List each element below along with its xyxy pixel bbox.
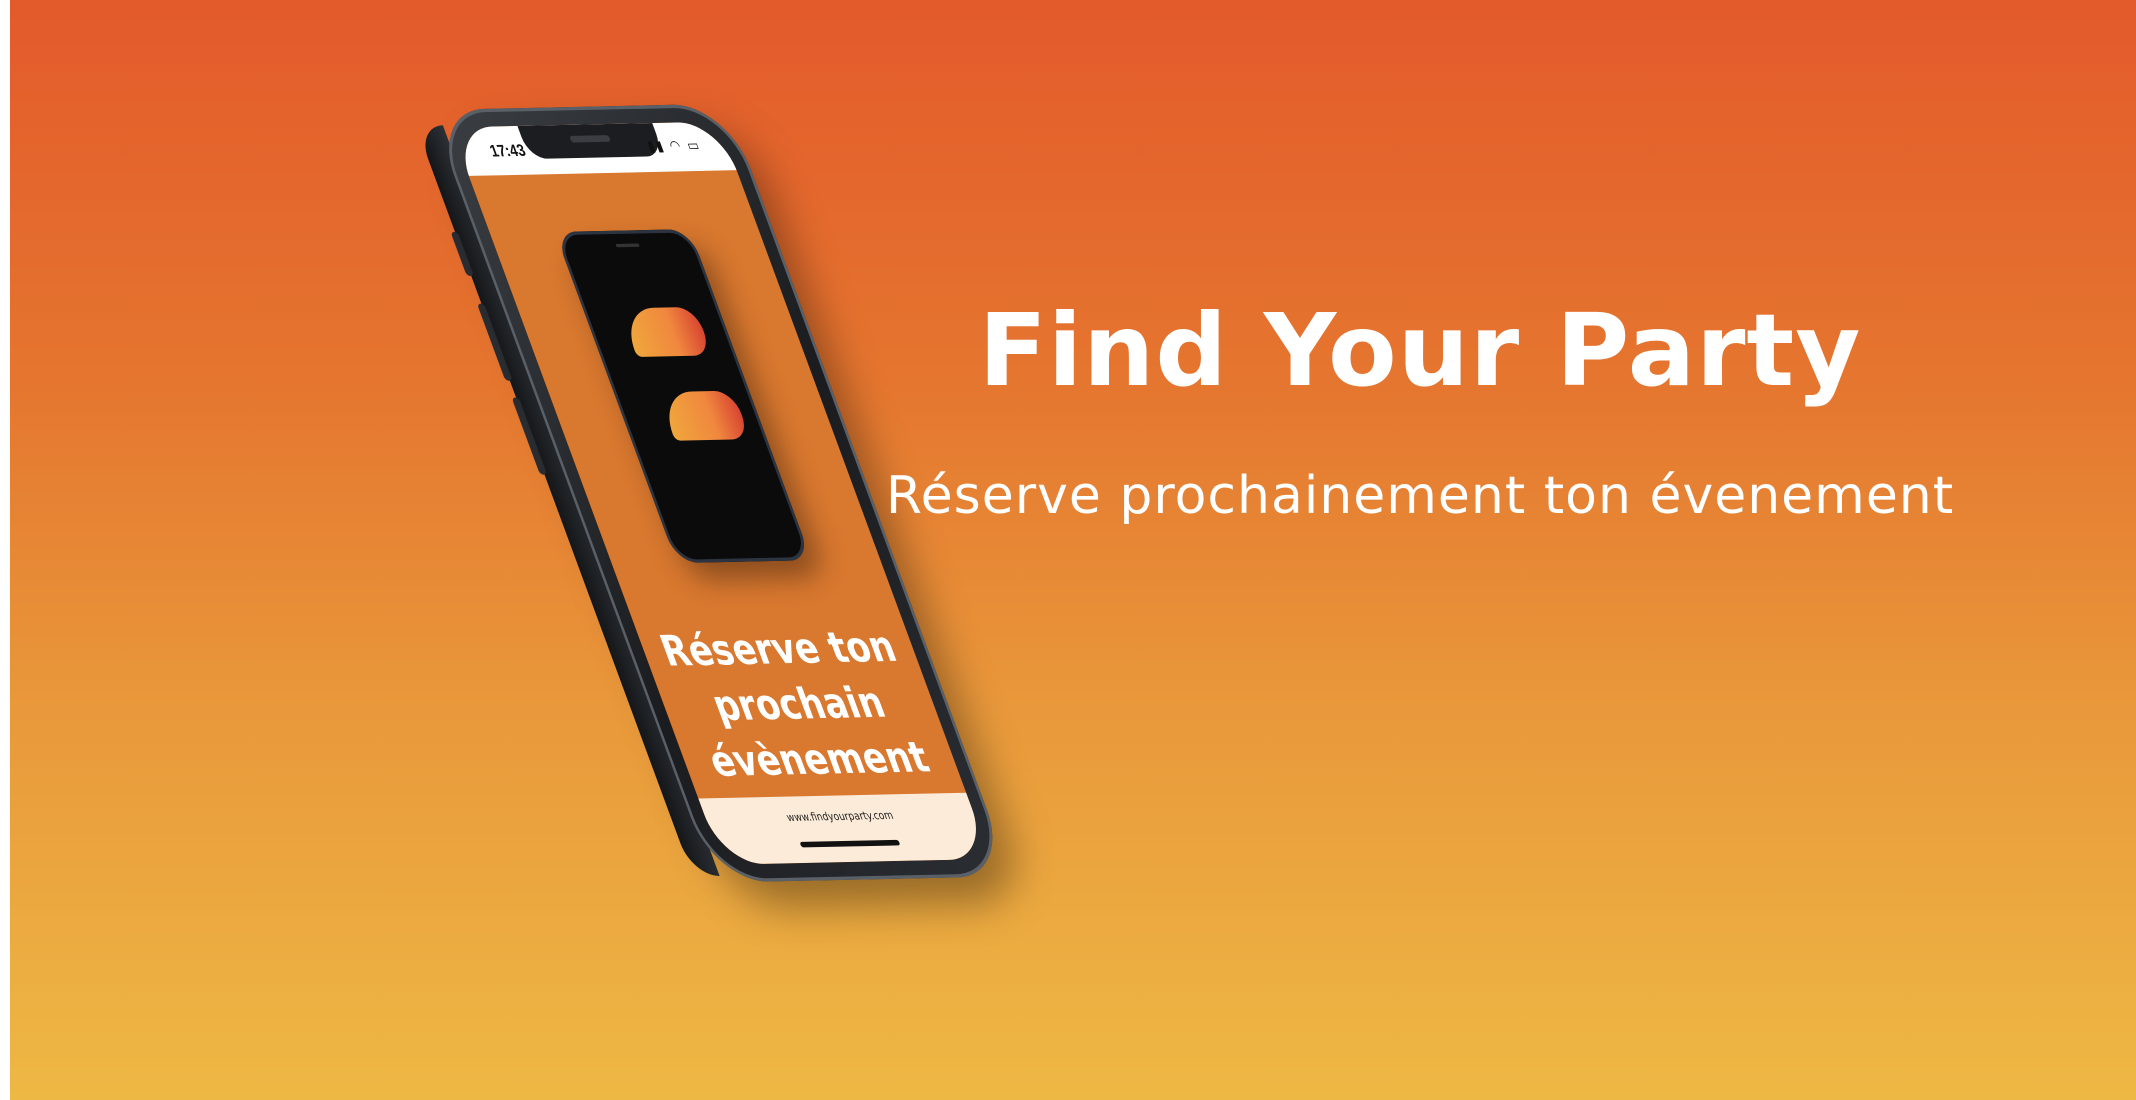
inner-phone-speaker (615, 243, 640, 248)
screen-tagline: Réserve ton prochain évènement (634, 618, 963, 789)
bottom-url-bar: www.findyourparty.com (698, 792, 991, 865)
screen-tagline-line-1: Réserve ton (653, 622, 903, 676)
inner-phone-image (554, 229, 812, 564)
signal-wifi-battery-icon: ▮▮ ◠ ▭ (645, 137, 704, 156)
app-logo-icon-lower (657, 390, 751, 441)
page-title: Find Your Party (978, 292, 1862, 409)
status-time: 17:43 (487, 141, 529, 161)
screen-tagline-line-2: prochain (705, 677, 892, 731)
url-text: www.findyourparty.com (785, 809, 896, 825)
speaker-grille (569, 135, 612, 143)
home-indicator (799, 839, 901, 848)
page-subtitle: Réserve prochainement ton évenement (885, 466, 1955, 526)
hero-banner: 17:43 ▮▮ ◠ ▭ Réserve ton prochain évènem… (10, 0, 2136, 1100)
phone-mockup: 17:43 ▮▮ ◠ ▭ Réserve ton prochain évènem… (415, 100, 1264, 1100)
app-logo-icon (619, 306, 713, 358)
left-edge-strip (0, 0, 10, 1100)
status-bar: 17:43 ▮▮ ◠ ▭ (450, 121, 737, 176)
phone-notch (517, 123, 665, 160)
screen-tagline-line-3: évènement (702, 732, 936, 786)
